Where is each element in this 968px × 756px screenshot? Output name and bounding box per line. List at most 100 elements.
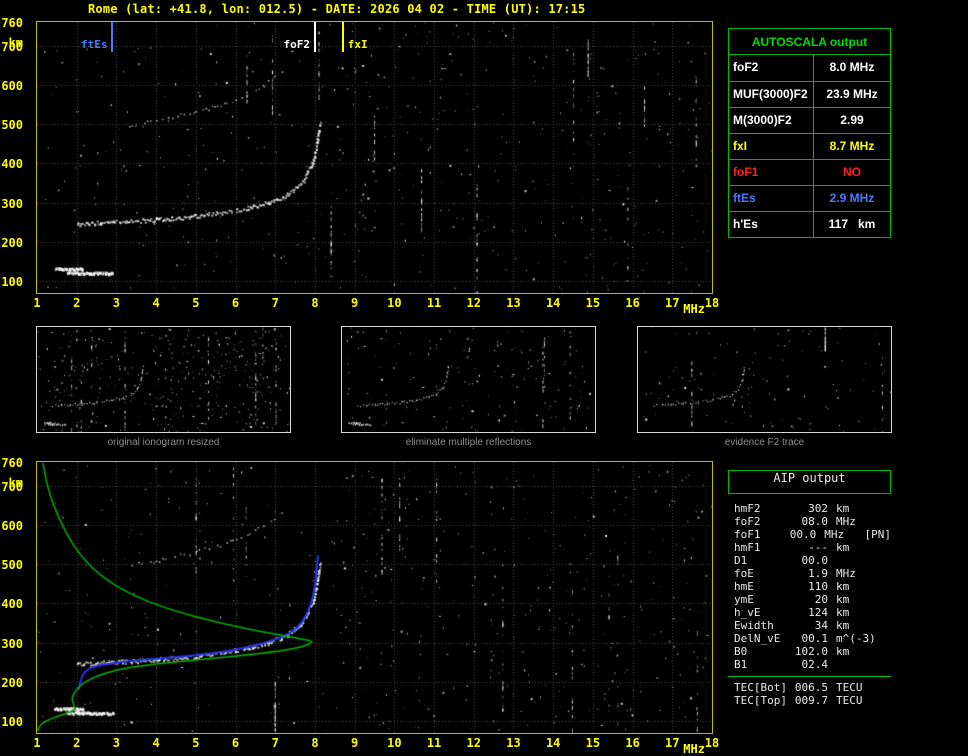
x-tick-label: 4 [146,296,166,310]
aip-row-unit: km [836,580,882,593]
x-tick-label: 17 [662,296,682,310]
y-tick-label: 100 [0,275,30,289]
aip-row-unit: km [836,502,882,515]
fxI-marker-label: fxI [348,38,368,51]
aip-row-unit: km [836,619,882,632]
x-tick-label: 1 [27,736,47,750]
aip-separator [728,676,891,677]
aip-row-label: B0 [728,645,792,658]
x-tick-label: 12 [464,736,484,750]
x-tick-label: 8 [305,736,325,750]
y-tick-label: 600 [0,79,30,93]
x-tick-label: 15 [583,736,603,750]
autoscala-rows: foF28.0 MHzMUF(3000)F223.9 MHzM(3000)F22… [729,55,890,237]
aip-row: ymE20km [728,593,891,606]
aip-row-label: TEC[Bot] [728,681,792,694]
aip-row-unit: km [836,645,882,658]
aip-row-value: 110 [792,580,828,593]
y-tick-label: 760 [0,16,30,30]
aip-output-panel: AIP output hmF2302kmfoF208.0MHzfoF100.0M… [728,470,891,707]
aip-row-label: h_vE [728,606,792,619]
aip-row-value: 102.0 [792,645,828,658]
y-tick-label: 300 [0,197,30,211]
thumbnail-original-canvas [37,327,290,432]
autoscala-row-value: 8.0 MHz [814,55,890,81]
aip-row-value: 00.1 [792,632,828,645]
autoscala-row-value: 117 km [814,212,890,237]
ionogram-top-canvas [37,22,712,293]
aip-row-label: hmF2 [728,502,792,515]
ionogram-top-plot [36,21,713,294]
y-tick-label: 300 [0,637,30,651]
ftEs-marker-line [111,22,113,52]
aip-row-value: 1.9 [792,567,828,580]
x-tick-label: 1 [27,296,47,310]
aip-row-label: hmE [728,580,792,593]
aip-row-unit [836,554,882,567]
aip-row: B0102.0 km [728,645,891,658]
y-axis-unit-label: km [0,36,30,50]
aip-row-value: 34 [792,619,828,632]
x-tick-label: 11 [424,736,444,750]
autoscala-row-label: M(3000)F2 [729,108,814,133]
aip-row: B102.4 [728,658,891,671]
autoscala-row: foF28.0 MHz [729,55,890,81]
aip-row-label: foF2 [728,515,792,528]
aip-row-unit: km [836,606,882,619]
x-tick-label: 14 [543,296,563,310]
aip-row-value: 20 [792,593,828,606]
x-tick-label: 9 [345,296,365,310]
x-tick-label: 7 [265,296,285,310]
autoscala-row-label: ftEs [729,186,814,211]
x-tick-label: 4 [146,736,166,750]
x-tick-label: 6 [226,296,246,310]
aip-row: h_vE124km [728,606,891,619]
aip-row-label: DelN_vE [728,632,792,645]
aip-row-label: foF1 [728,528,785,541]
x-axis-unit-label: MHz [683,302,705,316]
autoscala-row-label: h'Es [729,212,814,237]
x-tick-label: 13 [503,736,523,750]
x-tick-label: 3 [106,736,126,750]
x-tick-label: 5 [186,296,206,310]
autoscala-row-label: MUF(3000)F2 [729,82,814,107]
aip-row-value: --- [792,541,828,554]
aip-row: foF208.0 MHz [728,515,891,528]
aip-row-label: hmF1 [728,541,792,554]
aip-row-label: Ewidth [728,619,792,632]
fxI-marker-line [342,22,344,52]
autoscala-row: MUF(3000)F223.9 MHz [729,81,890,107]
aip-row-unit: MHz [836,567,882,580]
aip-row-unit: m^(-3) [836,632,882,645]
aip-row-unit [836,658,882,671]
aip-row: hmE110 km [728,580,891,593]
y-tick-label: 200 [0,236,30,250]
x-tick-label: 16 [623,736,643,750]
aip-row: TEC[Bot]006.5TECU [728,681,891,694]
aip-row-value: 08.0 [792,515,828,528]
x-tick-label: 2 [67,296,87,310]
x-tick-label: 7 [265,736,285,750]
aip-row-label: ymE [728,593,792,606]
autoscala-row: foF1NO [729,159,890,185]
aip-rows: hmF2302kmfoF208.0MHzfoF100.0MHz[PN]hmF1-… [728,502,891,707]
x-tick-label: 18 [702,296,722,310]
x-tick-label: 13 [503,296,523,310]
y-tick-label: 600 [0,519,30,533]
aip-row-unit: MHz [836,515,882,528]
thumbnail-filtered-ionogram [341,326,596,433]
aip-row-value: 009.7 [792,694,828,707]
x-tick-label: 2 [67,736,87,750]
y-tick-label: 400 [0,597,30,611]
autoscala-panel-title: AUTOSCALA output [729,29,890,55]
thumbnail-original-ionogram [36,326,291,433]
foF2-marker-line [314,22,316,52]
autoscala-row-value: NO [814,160,890,185]
thumbnail-f2-caption: evidence F2 trace [637,437,892,448]
autoscala-row-label: fxI [729,134,814,159]
x-tick-label: 6 [226,736,246,750]
aip-row-unit: km [836,541,882,554]
aip-row-unit: MHz [824,528,864,541]
autoscala-row-label: foF2 [729,55,814,81]
autoscala-row-label: foF1 [729,160,814,185]
